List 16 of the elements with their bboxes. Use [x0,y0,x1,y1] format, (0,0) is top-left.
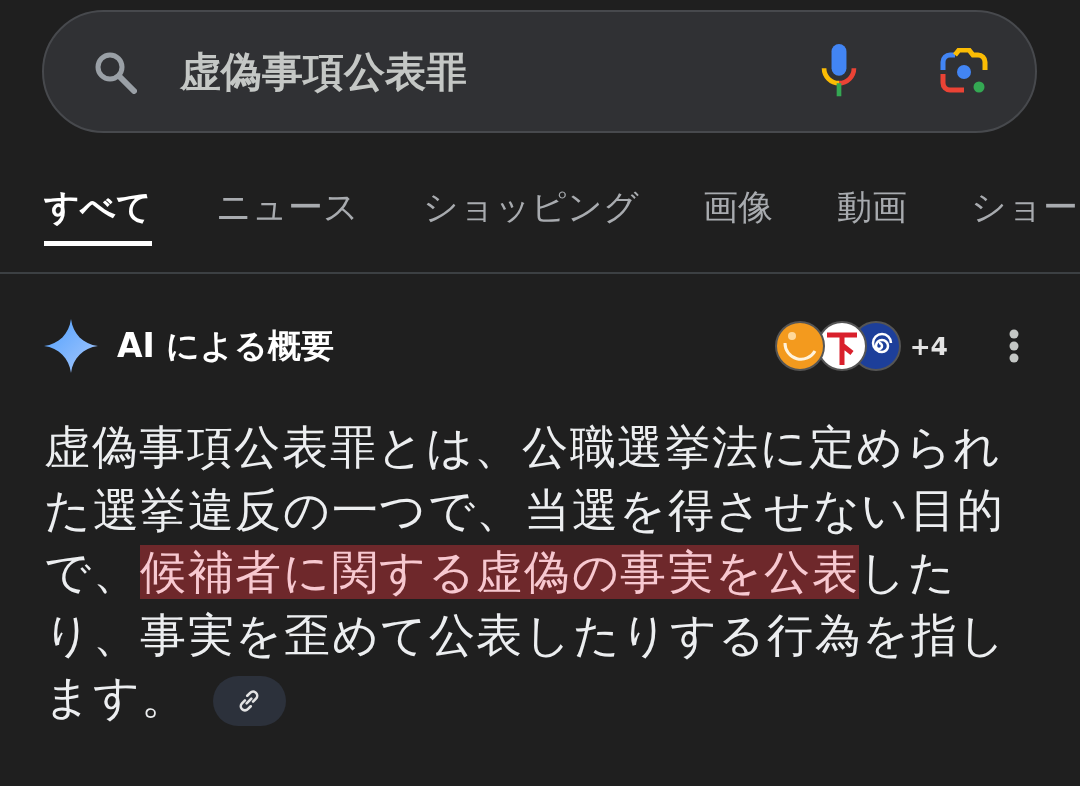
camera-lens-icon[interactable] [940,47,988,96]
sparkle-icon [44,319,98,373]
source-count[interactable]: +4 [909,331,948,361]
tab[interactable]: 動画 [837,175,907,246]
tab[interactable]: ショー [971,175,1078,246]
tab[interactable]: すべて [44,175,152,246]
tab[interactable]: ショッピング [423,175,639,246]
ai-overview-title: AI による概要 [117,324,335,367]
more-options-icon[interactable] [1009,329,1019,363]
search-query: 虚偽事項公表罪 [180,46,467,98]
source-favicons-icon[interactable] [774,321,901,371]
tab[interactable]: ニュース [216,175,359,246]
link-chip[interactable] [212,675,286,726]
tab[interactable]: 画像 [703,175,773,246]
search-field[interactable]: 虚偽事項公表罪 [42,10,1037,133]
overview-paragraph: 虚偽事項公表罪とは、公職選挙法に定められた選挙違反の一つで、当選を得させない目的で、候補者に関する虚偽の事実を公表 したり、事実を歪めて公表したりする行為を指します。 [44,419,1008,728]
